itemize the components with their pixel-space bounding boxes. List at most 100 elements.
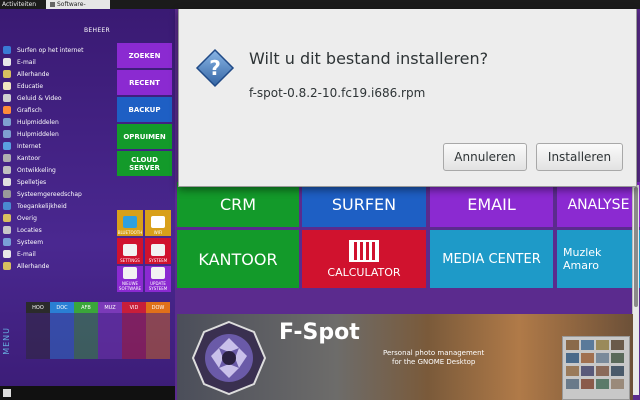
banner-subtitle-line2: for the GNOME Desktop — [392, 358, 476, 366]
menu-item[interactable]: Ontwikkeling — [3, 164, 113, 176]
tile-opruimen[interactable]: OPRUIMEN — [117, 124, 172, 149]
category-icon — [3, 82, 11, 90]
category-icon — [3, 154, 11, 162]
start-menu-panel: BEHEER Surfen op het internet E-mail Aller… — [0, 9, 175, 400]
tile-update-systeem[interactable]: UPDATE SYSTEEM — [145, 266, 171, 292]
tile-label: EMAIL — [467, 195, 516, 214]
menu-item[interactable]: Spelletjes — [3, 176, 113, 188]
tab-hoo[interactable]: HOO — [26, 302, 50, 313]
menu-item[interactable]: Surfen op het internet — [3, 44, 113, 56]
tile-label: MEDIA CENTER — [442, 251, 541, 267]
menu-item[interactable]: E-mail — [3, 248, 113, 260]
category-icon — [3, 130, 11, 138]
menu-item-label: E-mail — [17, 58, 36, 66]
tab-doc[interactable]: DOC — [50, 302, 74, 313]
menu-item[interactable]: Internet — [3, 140, 113, 152]
menu-item[interactable]: Locaties — [3, 224, 113, 236]
menu-item[interactable]: Allerhande — [3, 68, 113, 80]
menu-item[interactable]: Overig — [3, 212, 113, 224]
tile-crm[interactable]: CRM — [177, 182, 299, 227]
menu-item-label: Allerhande — [17, 70, 50, 78]
folder-tabs: HOO DOC AFB MUZ VID DOW — [26, 302, 170, 313]
tile-email[interactable]: EMAIL — [430, 182, 553, 227]
menu-item-label: Locaties — [17, 226, 42, 234]
banner-subtitle: Personal photo management for the GNOME … — [383, 349, 484, 367]
tile-label: CRM — [219, 195, 257, 214]
tab-afb[interactable]: AFB — [74, 302, 98, 313]
tile-settings[interactable]: SETTINGS — [117, 238, 143, 264]
category-icon — [3, 70, 11, 78]
menu-item[interactable]: Systeem — [3, 236, 113, 248]
scrollbar[interactable] — [632, 185, 639, 395]
tile-label: SYSTEEM — [148, 258, 168, 263]
category-icon — [3, 226, 11, 234]
tile-recent[interactable]: RECENT — [117, 70, 172, 95]
menu-item[interactable]: E-mail — [3, 56, 113, 68]
tile-wifi[interactable]: WIFI — [145, 210, 171, 236]
top-bar: Activiteiten Software-installatie — [0, 0, 640, 17]
install-button[interactable]: Installeren — [536, 143, 623, 171]
menu-item-label: Internet — [17, 142, 41, 150]
tile-surfen[interactable]: SURFEN — [302, 182, 426, 227]
tile-systeem[interactable]: SYSTEEM — [145, 238, 171, 264]
menu-item-label: Allerhande — [17, 262, 50, 270]
tab-shade — [146, 313, 170, 359]
category-icon — [3, 106, 11, 114]
calculator-icon — [349, 239, 379, 262]
tabs-shade — [26, 313, 170, 359]
menu-item-label: Surfen op het internet — [17, 46, 84, 54]
menu-item-label: Grafisch — [17, 106, 42, 114]
tab-muz[interactable]: MUZ — [98, 302, 122, 313]
category-icon — [3, 46, 11, 54]
cancel-button[interactable]: Annuleren — [443, 143, 527, 171]
app-tab-software-install[interactable]: Software-installatie — [46, 0, 110, 17]
tile-label: NIEUWE SOFTWARE — [118, 281, 142, 291]
window-icon[interactable] — [3, 389, 11, 397]
menu-item[interactable]: Allerhande — [3, 260, 113, 272]
tile-kantoor[interactable]: KANTOOR — [177, 230, 299, 288]
tile-backup[interactable]: BACKUP — [117, 97, 172, 122]
tile-label: UPDATE SYSTEEM — [148, 281, 168, 291]
tile-label: KANTOOR — [198, 249, 278, 269]
tile-label: SURFEN — [331, 195, 397, 214]
fspot-logo-icon — [191, 320, 267, 396]
question-icon: ? — [195, 48, 235, 88]
tab-dow[interactable]: DOW — [146, 302, 170, 313]
category-icon — [3, 142, 11, 150]
tile-label: WIFI — [153, 230, 163, 235]
category-icon — [3, 58, 11, 66]
menu-item[interactable]: Educatie — [3, 80, 113, 92]
activities-button[interactable]: Activiteiten — [2, 0, 36, 9]
menu-item[interactable]: Toegankelijkheid — [3, 200, 113, 212]
menu-item[interactable]: Grafisch — [3, 104, 113, 116]
tile-calculator[interactable]: CALCULATOR — [302, 230, 426, 288]
settings-icon — [123, 244, 137, 256]
menu-item[interactable]: Hulpmiddelen — [3, 116, 113, 128]
tile-muzlek-amaro[interactable]: Muzlek Amaro — [557, 230, 640, 288]
tab-vid[interactable]: VID — [122, 302, 146, 313]
tab-shade — [98, 313, 122, 359]
tile-analyse[interactable]: ANALYSE — [557, 182, 640, 227]
menu-item-label: Hulpmiddelen — [17, 130, 59, 138]
menu-item[interactable]: Geluid & Video — [3, 92, 113, 104]
scrollbar-thumb[interactable] — [634, 187, 638, 307]
tile-label: BLUETOOTH — [117, 230, 143, 235]
menu-item[interactable]: Systeemgereedschap — [3, 188, 113, 200]
menu-vertical-label[interactable]: MENU — [2, 327, 11, 355]
tile-cloud-server[interactable]: CLOUD SERVER — [117, 151, 172, 176]
tile-bluetooth[interactable]: BLUETOOTH — [117, 210, 143, 236]
dialog-filename: f-spot-0.8.2-10.fc19.i686.rpm — [249, 86, 426, 100]
category-icon — [3, 202, 11, 210]
fspot-banner: F-Spot Personal photo management for the… — [177, 314, 633, 400]
settings-tiles: BLUETOOTH WIFI SETTINGS SYSTEEM NIEUWE SOFTW… — [117, 210, 173, 294]
tile-media-center[interactable]: MEDIA CENTER — [430, 230, 553, 288]
menu-item[interactable]: Hulpmiddelen — [3, 128, 113, 140]
menu-item-label: Kantoor — [17, 154, 41, 162]
tile-zoeken[interactable]: ZOEKEN — [117, 43, 172, 68]
menu-item[interactable]: Kantoor — [3, 152, 113, 164]
wifi-icon — [151, 216, 165, 228]
menu-item-label: Toegankelijkheid — [17, 202, 67, 210]
tile-nieuwe-software[interactable]: NIEUWE SOFTWARE — [117, 266, 143, 292]
category-icon — [3, 190, 11, 198]
install-confirm-dialog: ? Wilt u dit bestand installeren? f-spot… — [178, 9, 637, 187]
